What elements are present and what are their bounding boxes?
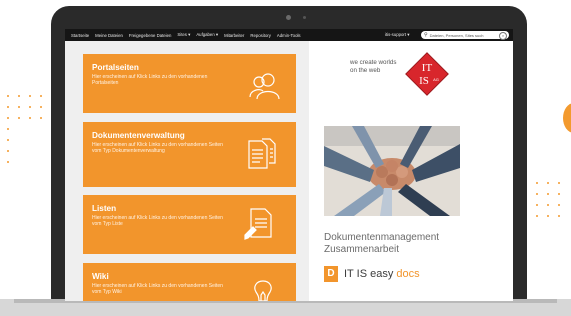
tile-title: Listen xyxy=(92,204,117,213)
brand-name: IT IS easy xyxy=(344,267,394,280)
tile-listen[interactable]: Listen Hier erscheinen auf Klick Links z… xyxy=(83,195,296,254)
tile-dokumentenverwaltung[interactable]: Dokumentenverwaltung Hier erscheinen auf… xyxy=(83,122,296,187)
nav-sites-menu[interactable]: Sites ▾ xyxy=(177,32,190,38)
tagline-line1: we create worlds xyxy=(350,59,397,66)
documents-icon xyxy=(248,138,276,169)
tile-description: Hier erscheinen auf Klick Links zu den v… xyxy=(92,283,223,295)
heading-dokumentenmanagement: Dokumentenmanagement xyxy=(324,232,440,243)
nav-repository[interactable]: Repository xyxy=(250,33,271,38)
tagline-line2: on the web xyxy=(350,67,381,74)
top-nav-bar: Startseite Meine Dateien Freigegebene Da… xyxy=(65,29,513,41)
clear-search-icon[interactable]: × xyxy=(499,31,507,40)
camera-sensor xyxy=(303,16,306,19)
brand-accent: docs xyxy=(396,267,420,280)
nav-my-files[interactable]: Meine Dateien xyxy=(95,33,123,38)
search-icon: ⚲ xyxy=(424,32,428,38)
logo-text-ag: AG xyxy=(433,77,439,82)
nav-shared-files[interactable]: Freigegebene Dateien xyxy=(129,33,172,38)
teamwork-photo xyxy=(324,126,460,216)
nav-admin-tools[interactable]: Admin-Tools xyxy=(277,33,301,38)
nav-people[interactable]: Mitarbeiter xyxy=(224,33,244,38)
tile-portalseiten[interactable]: Portalseiten Hier erscheinen auf Klick L… xyxy=(83,54,296,113)
decorative-orange-arc xyxy=(563,103,571,133)
logo-text-it: IT xyxy=(422,62,433,74)
screen: Startseite Meine Dateien Freigegebene Da… xyxy=(65,29,513,301)
list-document-icon xyxy=(244,208,272,240)
nav-tasks-menu[interactable]: Aufgaben ▾ xyxy=(196,32,218,38)
user-menu[interactable]: itis-support ▾ xyxy=(385,32,409,38)
tile-title: Portalseiten xyxy=(92,63,139,72)
company-logo: IT IS AG xyxy=(404,51,450,97)
tile-title: Wiki xyxy=(92,272,109,281)
heading-zusammenarbeit: Zusammenarbeit xyxy=(324,244,400,255)
camera-icon xyxy=(286,15,291,20)
tile-title: Dokumentenverwaltung xyxy=(92,131,185,140)
tile-description: Hier erscheinen auf Klick Links zu den v… xyxy=(92,142,223,154)
people-icon xyxy=(249,73,280,100)
brand-mark: D xyxy=(324,265,338,282)
search-placeholder: Dateien, Personen, Sites such xyxy=(429,32,484,38)
lightbulb-icon xyxy=(254,280,272,301)
tile-description: Hier erscheinen auf Klick Links zu den v… xyxy=(92,215,223,227)
search-input[interactable]: ⚲ Dateien, Personen, Sites such × xyxy=(421,31,509,40)
logo-text-is: IS xyxy=(419,75,429,87)
tile-description: Hier erscheinen auf Klick Links zu den v… xyxy=(92,74,208,86)
product-brand: D IT IS easy docs xyxy=(324,265,420,282)
tile-wiki[interactable]: Wiki Hier erscheinen auf Klick Links zu … xyxy=(83,263,296,301)
nav-home[interactable]: Startseite xyxy=(71,33,89,38)
